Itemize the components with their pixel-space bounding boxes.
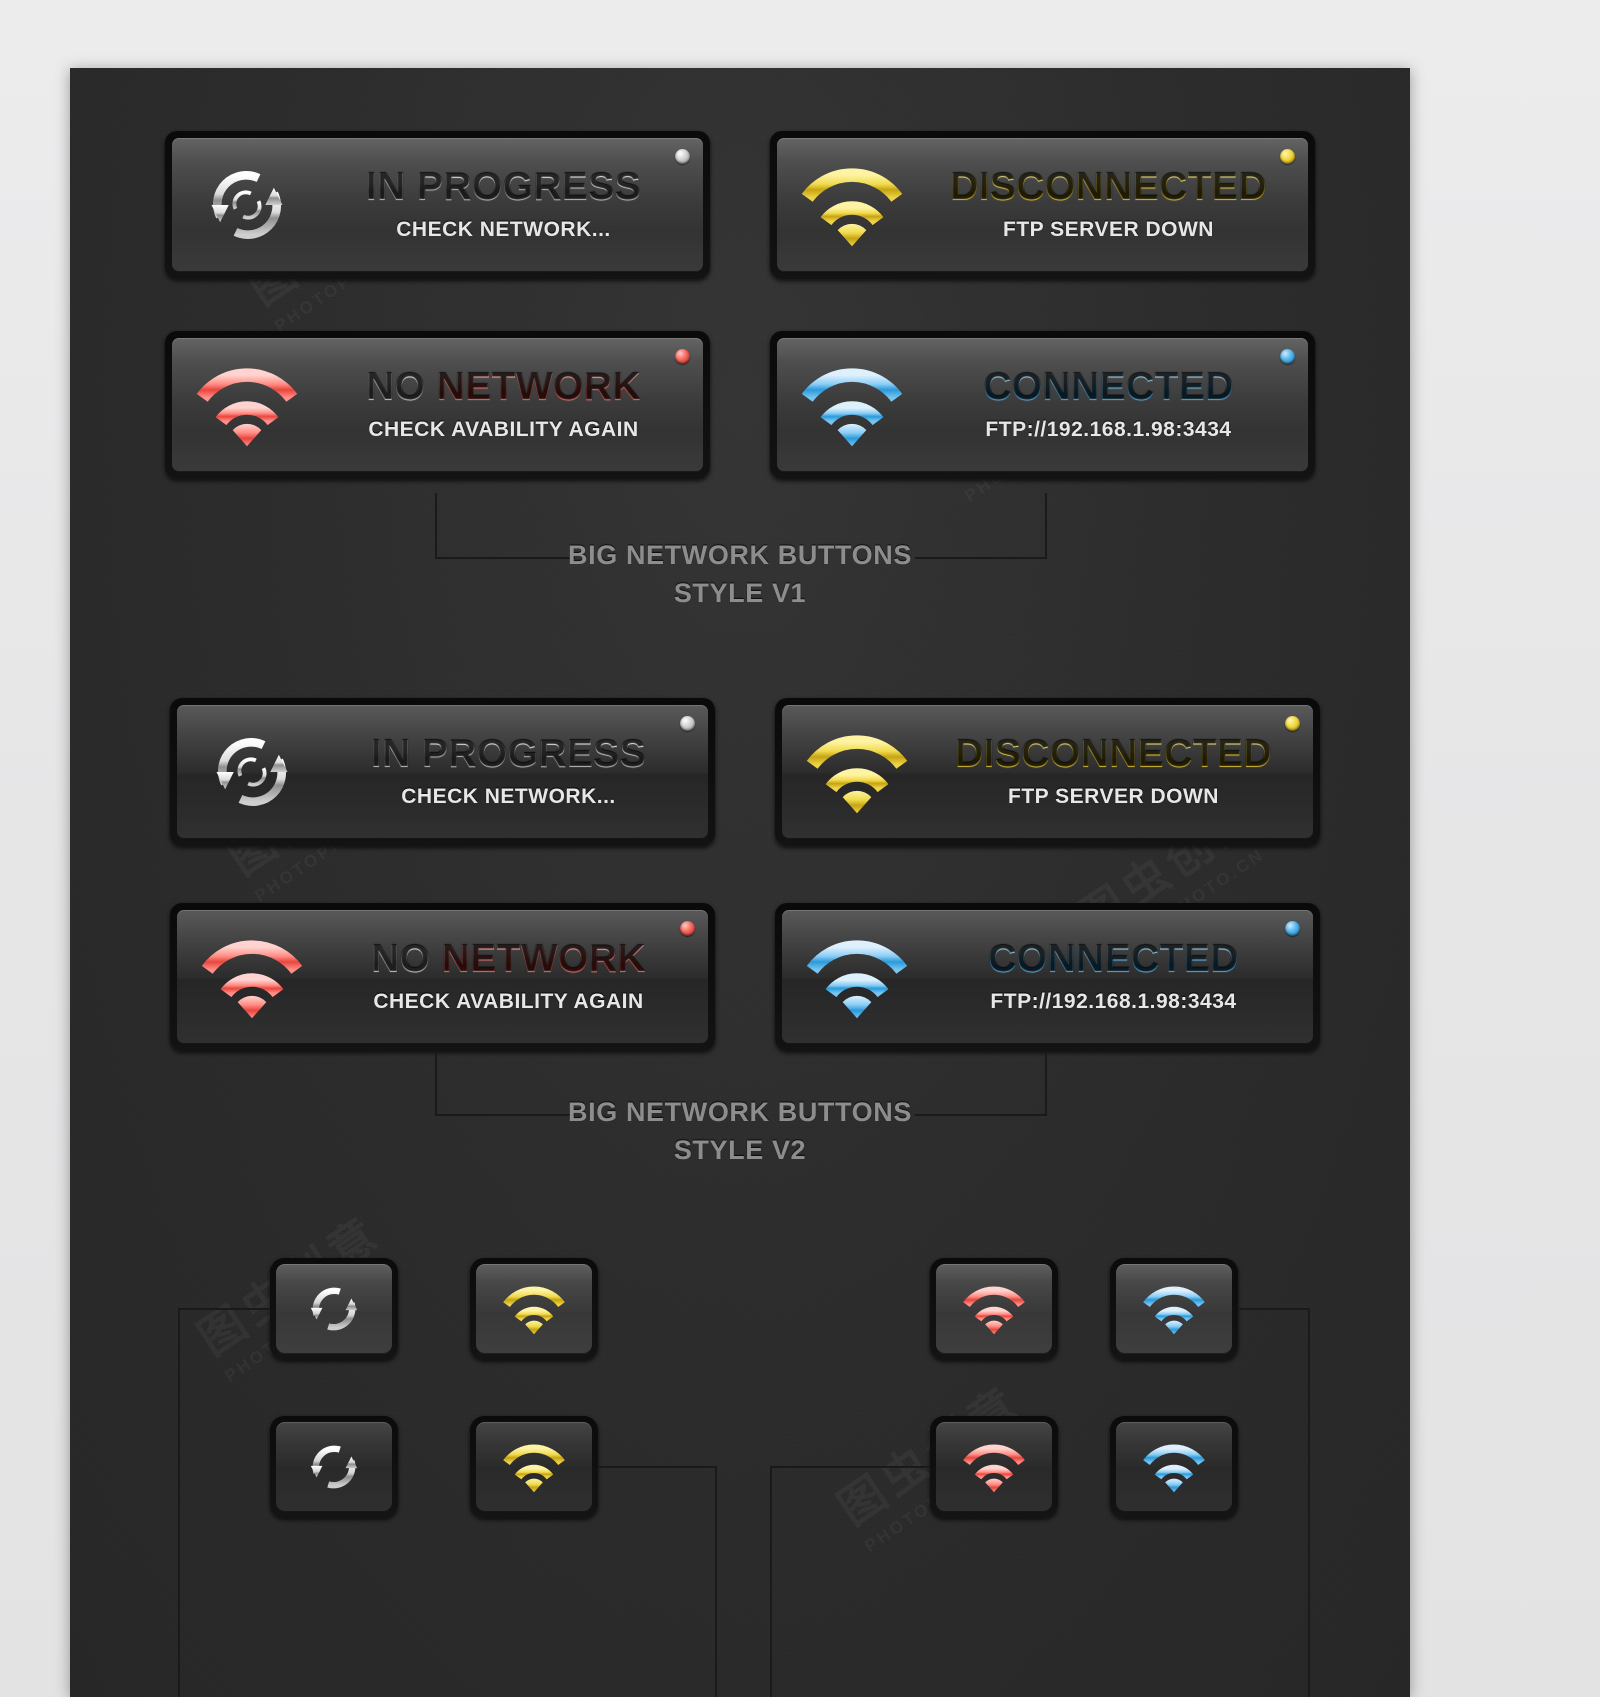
refresh-icon xyxy=(276,1264,392,1354)
small-button-no-network-v1[interactable] xyxy=(930,1258,1058,1360)
button-text-group: NO NETWORK CHECK AVABILITY AGAIN xyxy=(322,368,703,442)
wifi-icon xyxy=(1116,1422,1232,1512)
button-text-group: IN PROGRESS CHECK NETWORK... xyxy=(322,168,703,242)
status-led-grey xyxy=(680,716,695,731)
button-no-network-v2[interactable]: NO NETWORK CHECK AVABILITY AGAIN xyxy=(170,903,715,1051)
button-title: CONNECTED xyxy=(983,366,1234,410)
button-title: IN PROGRESS xyxy=(365,166,642,210)
group-label-v1: BIG NETWORK BUTTONS STYLE V1 xyxy=(568,540,912,608)
button-title: DISCONNECTED xyxy=(950,166,1267,210)
status-led-red xyxy=(675,349,690,364)
button-subtitle: CHECK AVABILITY AGAIN xyxy=(373,989,644,1013)
small-button-refresh-v2[interactable] xyxy=(270,1416,398,1518)
button-title-part2: NETWORK xyxy=(441,938,646,982)
button-in-progress-v1[interactable]: IN PROGRESS CHECK NETWORK... xyxy=(165,131,710,279)
wifi-icon xyxy=(936,1422,1052,1512)
button-connected-v2[interactable]: CONNECTED FTP://192.168.1.98:3434 xyxy=(775,903,1320,1051)
wifi-icon xyxy=(782,729,932,815)
button-connected-v1[interactable]: CONNECTED FTP://192.168.1.98:3434 xyxy=(770,331,1315,479)
screenshot-root: 图虫创意PHOTOPHOTO.CN 图虫创意PHOTOPHOTO.CN 图虫创意… xyxy=(0,0,1600,1697)
button-text-group: CONNECTED FTP://192.168.1.98:3434 xyxy=(927,368,1308,442)
status-led-blue xyxy=(1280,349,1295,364)
button-disconnected-v2[interactable]: DISCONNECTED FTP SERVER DOWN xyxy=(775,698,1320,846)
button-title: IN PROGRESS xyxy=(370,733,647,777)
button-title-part1: NO xyxy=(366,366,437,410)
button-subtitle: FTP SERVER DOWN xyxy=(1008,784,1219,808)
refresh-icon xyxy=(177,724,327,820)
button-text-group: DISCONNECTED FTP SERVER DOWN xyxy=(927,168,1308,242)
button-text-group: NO NETWORK CHECK AVABILITY AGAIN xyxy=(327,940,708,1014)
wifi-icon xyxy=(476,1264,592,1354)
status-led-blue xyxy=(1285,921,1300,936)
button-title-part1: NO xyxy=(371,938,442,982)
wifi-icon xyxy=(777,162,927,248)
wifi-icon xyxy=(936,1264,1052,1354)
button-subtitle: FTP SERVER DOWN xyxy=(1003,217,1214,241)
button-subtitle: FTP://192.168.1.98:3434 xyxy=(990,989,1237,1013)
button-no-network-v1[interactable]: NO NETWORK CHECK AVABILITY AGAIN xyxy=(165,331,710,479)
status-led-red xyxy=(680,921,695,936)
button-text-group: IN PROGRESS CHECK NETWORK... xyxy=(327,735,708,809)
button-subtitle: FTP://192.168.1.98:3434 xyxy=(985,417,1232,441)
status-led-yellow xyxy=(1285,716,1300,731)
wifi-icon xyxy=(777,362,927,448)
wifi-icon xyxy=(172,362,322,448)
button-text-group: DISCONNECTED FTP SERVER DOWN xyxy=(932,735,1313,809)
dark-showcase-panel: 图虫创意PHOTOPHOTO.CN 图虫创意PHOTOPHOTO.CN 图虫创意… xyxy=(70,68,1410,1697)
group-label-v2: BIG NETWORK BUTTONS STYLE V2 xyxy=(568,1097,912,1165)
small-button-connected-v1[interactable] xyxy=(1110,1258,1238,1360)
small-button-disconnected-v1[interactable] xyxy=(470,1258,598,1360)
status-led-yellow xyxy=(1280,149,1295,164)
wifi-icon xyxy=(1116,1264,1232,1354)
refresh-icon xyxy=(172,157,322,253)
small-button-refresh-v1[interactable] xyxy=(270,1258,398,1360)
button-in-progress-v2[interactable]: IN PROGRESS CHECK NETWORK... xyxy=(170,698,715,846)
button-title: CONNECTED xyxy=(988,938,1239,982)
wifi-icon xyxy=(177,934,327,1020)
button-subtitle: CHECK NETWORK... xyxy=(396,217,611,241)
status-led-grey xyxy=(675,149,690,164)
small-button-connected-v2[interactable] xyxy=(1110,1416,1238,1518)
wifi-icon xyxy=(782,934,932,1020)
wifi-icon xyxy=(476,1422,592,1512)
button-title: NO NETWORK xyxy=(366,368,641,408)
refresh-icon xyxy=(276,1422,392,1512)
small-button-disconnected-v2[interactable] xyxy=(470,1416,598,1518)
button-text-group: CONNECTED FTP://192.168.1.98:3434 xyxy=(932,940,1313,1014)
button-disconnected-v1[interactable]: DISCONNECTED FTP SERVER DOWN xyxy=(770,131,1315,279)
button-subtitle: CHECK AVABILITY AGAIN xyxy=(368,417,639,441)
button-title-part2: NETWORK xyxy=(436,366,641,410)
button-subtitle: CHECK NETWORK... xyxy=(401,784,616,808)
small-button-no-network-v2[interactable] xyxy=(930,1416,1058,1518)
button-title: DISCONNECTED xyxy=(955,733,1272,777)
button-title: NO NETWORK xyxy=(371,940,646,980)
